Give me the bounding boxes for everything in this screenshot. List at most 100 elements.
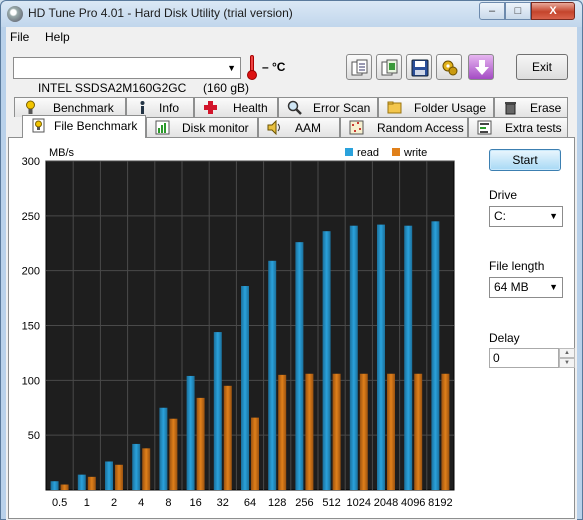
menu-help[interactable]: Help	[45, 30, 70, 44]
x-tick-label: 64	[244, 497, 256, 509]
copy-screenshot-button[interactable]	[376, 54, 402, 80]
copy-text-button[interactable]	[346, 54, 372, 80]
app-icon	[7, 6, 23, 22]
tab-erase-label: Erase	[530, 101, 562, 115]
write-bar	[387, 373, 395, 490]
exit-button[interactable]: Exit	[516, 54, 568, 80]
tab-random-access[interactable]: Random Access	[340, 117, 468, 137]
write-bar	[414, 373, 423, 490]
copy-screenshot-icon	[381, 59, 398, 76]
extra-tests-icon	[477, 120, 492, 135]
read-bar	[295, 242, 304, 490]
disk-monitor-icon	[155, 120, 170, 135]
legend-label: read	[357, 147, 379, 159]
write-bar	[305, 373, 314, 490]
read-bar	[349, 225, 358, 490]
tab-extra-tests[interactable]: Extra tests	[468, 117, 568, 137]
read-bar	[77, 474, 86, 490]
delay-stepper[interactable]: 0 ▲ ▼	[489, 348, 575, 368]
tab-info[interactable]: Info	[126, 97, 194, 117]
delay-spin-buttons: ▲ ▼	[559, 348, 575, 368]
read-bar	[377, 224, 385, 490]
y-axis-label: MB/s	[49, 147, 75, 159]
read-bar	[159, 407, 168, 490]
error-scan-icon	[287, 100, 302, 115]
write-bar	[359, 373, 368, 490]
tab-error-scan[interactable]: Error Scan	[278, 97, 378, 117]
x-tick-label: 8192	[428, 497, 452, 509]
benchmark-settings: Start Drive C: ▼ File length 64 MB ▼ Del…	[469, 138, 575, 516]
health-icon	[204, 101, 217, 114]
options-icon	[442, 60, 458, 76]
spin-up-icon[interactable]: ▲	[559, 348, 575, 358]
menu-file[interactable]: File	[10, 30, 29, 44]
file-length-combo[interactable]: 64 MB ▼	[489, 277, 563, 298]
tab-random-access-label: Random Access	[377, 121, 464, 135]
x-tick-label: 16	[189, 497, 201, 509]
write-bar	[441, 373, 450, 490]
thermometer-icon	[247, 55, 257, 81]
drive-select[interactable]: INTEL SSDSA2M160G2GC (160 gB) ▼	[13, 57, 249, 95]
read-bar	[322, 231, 331, 490]
x-tick-label: 1024	[347, 497, 371, 509]
copy-text-icon	[351, 59, 368, 76]
x-tick-label: 0.5	[52, 497, 67, 509]
tab-error-scan-label: Error Scan	[313, 101, 371, 115]
x-tick-label: 1	[84, 497, 90, 509]
minimize-button[interactable]: –	[479, 2, 505, 20]
tab-folder-usage[interactable]: Folder Usage	[378, 97, 494, 117]
x-tick-label: 2048	[374, 497, 398, 509]
folder-icon	[387, 101, 402, 114]
window-title: HD Tune Pro 4.01 - Hard Disk Utility (tr…	[28, 6, 293, 20]
tab-health[interactable]: Health	[194, 97, 278, 117]
read-bar	[431, 221, 440, 491]
y-tick-label: 100	[22, 375, 40, 387]
chevron-down-icon: ▼	[549, 211, 558, 221]
tab-disk-monitor[interactable]: Disk monitor	[146, 117, 258, 137]
start-button[interactable]: Start	[489, 149, 561, 171]
x-tick-label: 128	[268, 497, 286, 509]
file-benchmark-panel: 50 100 150 200 250 300 MB/s read write 0.5 1 2 4 8 16 3…	[8, 137, 575, 519]
tab-info-label: Info	[159, 101, 180, 115]
write-bar	[115, 464, 123, 490]
write-bar	[223, 385, 232, 490]
write-bar	[251, 417, 259, 490]
read-bar	[404, 225, 413, 490]
legend-label: write	[403, 147, 427, 159]
transfer-rate-chart: 50 100 150 200 250 300 MB/s read write 0.5 1 2 4 8 16 3…	[22, 147, 455, 509]
write-bar	[142, 448, 151, 490]
title-bar[interactable]: HD Tune Pro 4.01 - Hard Disk Utility (tr…	[1, 1, 582, 27]
options-button[interactable]	[436, 54, 462, 80]
info-icon	[140, 101, 145, 114]
save-button[interactable]	[406, 54, 432, 80]
drive-combo[interactable]: C: ▼	[489, 206, 563, 227]
x-tick-label: 4096	[401, 497, 425, 509]
x-tick-label: 2	[111, 497, 117, 509]
x-tick-label: 512	[322, 497, 340, 509]
tab-health-label: Health	[233, 101, 268, 115]
tab-erase[interactable]: Erase	[494, 97, 568, 117]
read-bar	[50, 481, 59, 490]
menu-bar: File Help	[6, 27, 577, 47]
client-area: File Help INTEL SSDSA2M160G2GC (160 gB) …	[6, 27, 577, 520]
maximize-button[interactable]: □	[505, 2, 531, 20]
tab-benchmark[interactable]: Benchmark	[14, 97, 126, 117]
close-button[interactable]: X	[531, 2, 575, 20]
tab-extra-tests-label: Extra tests	[505, 121, 562, 135]
chevron-down-icon: ▼	[549, 282, 558, 292]
download-button[interactable]	[468, 54, 494, 80]
tab-file-benchmark[interactable]: File Benchmark	[22, 115, 146, 138]
spin-down-icon[interactable]: ▼	[559, 358, 575, 368]
x-tick-label: 256	[295, 497, 313, 509]
legend-swatch	[392, 148, 400, 156]
read-bar	[241, 286, 249, 490]
file-benchmark-icon	[32, 118, 45, 133]
y-tick-label: 200	[22, 266, 40, 278]
drive-select-value: INTEL SSDSA2M160G2GC (160 gB)	[38, 81, 249, 95]
tab-folder-usage-label: Folder Usage	[414, 101, 487, 115]
read-bar	[213, 332, 222, 490]
drive-combo-value: C:	[494, 209, 506, 223]
tab-aam[interactable]: AAM	[258, 117, 340, 137]
y-tick-label: 50	[28, 430, 40, 442]
delay-value: 0	[493, 351, 500, 365]
